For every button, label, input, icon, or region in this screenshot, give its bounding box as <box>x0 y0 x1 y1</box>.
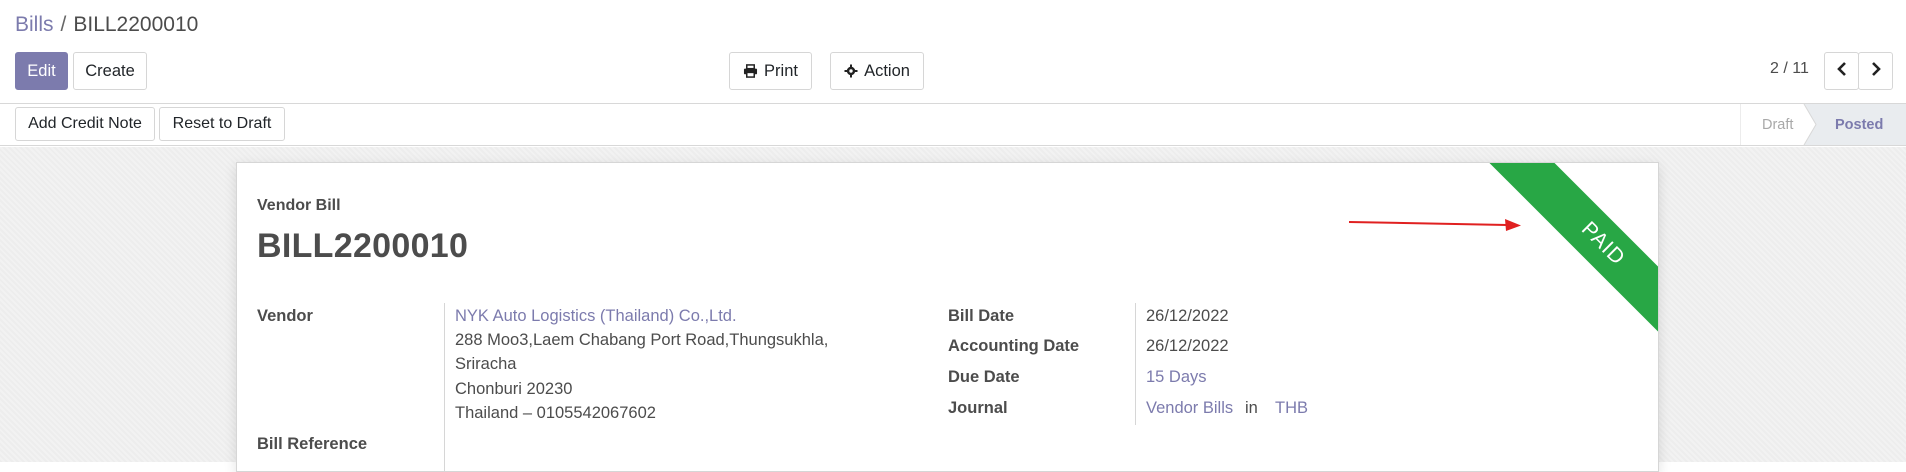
bill-reference-label: Bill Reference <box>257 435 368 453</box>
printer-icon <box>743 64 758 78</box>
accounting-date-label: Accounting Date <box>948 337 1080 355</box>
action-button-label: Action <box>864 61 910 80</box>
breadcrumb-separator: / <box>60 13 67 36</box>
paid-ribbon-label: PAID <box>1473 163 1658 373</box>
journal-link[interactable]: Vendor Bills <box>1146 399 1233 418</box>
reset-to-draft-button[interactable]: Reset to Draft <box>159 107 285 141</box>
create-button[interactable]: Create <box>73 52 147 90</box>
bill-date-value[interactable]: 26/12/2022 <box>1146 307 1229 326</box>
control-panel: Bills / BILL2200010 Edit Create Print Ac… <box>0 0 1906 104</box>
vendor-name-link[interactable]: NYK Auto Logistics (Thailand) Co.,Ltd. <box>455 307 737 326</box>
breadcrumb-bills-link[interactable]: Bills <box>15 13 54 36</box>
edit-button[interactable]: Edit <box>15 52 68 90</box>
bill-date-label: Bill Date <box>948 307 1015 325</box>
pager-value[interactable]: 2 / 11 <box>1770 60 1809 78</box>
vendor-address-line: Thailand – 0105542067602 <box>455 404 656 422</box>
document-type-label: Vendor Bill <box>257 197 341 214</box>
accounting-date-value[interactable]: 26/12/2022 <box>1146 337 1229 356</box>
document-name: BILL2200010 <box>257 227 469 265</box>
statusbar-stage-draft[interactable]: Draft <box>1762 104 1793 145</box>
breadcrumb: Bills / BILL2200010 <box>15 12 198 38</box>
annotation-arrow-icon <box>1348 219 1521 231</box>
gear-icon <box>844 64 858 78</box>
due-date-link[interactable]: 15 Days <box>1146 368 1207 387</box>
status-bar: Add Credit Note Reset to Draft Draft Pos… <box>0 104 1906 146</box>
chevron-left-icon <box>1836 61 1847 81</box>
add-credit-note-button[interactable]: Add Credit Note <box>15 107 155 141</box>
journal-label: Journal <box>948 399 1008 417</box>
vendor-address-line: Sriracha <box>455 355 517 373</box>
currency-link[interactable]: THB <box>1275 399 1308 418</box>
dates-field-divider <box>1135 303 1136 425</box>
vendor-address-line: Chonburi 20230 <box>455 380 573 398</box>
breadcrumb-current: BILL2200010 <box>73 13 199 36</box>
print-button-label: Print <box>764 61 798 80</box>
action-button[interactable]: Action <box>830 52 924 90</box>
pager-next-button[interactable] <box>1858 52 1893 90</box>
print-button[interactable]: Print <box>729 52 812 90</box>
journal-in-text: in <box>1245 399 1258 417</box>
paid-ribbon: PAID <box>1448 163 1658 373</box>
vendor-address-line: 288 Moo3,Laem Chabang Port Road,Thungsuk… <box>455 331 829 349</box>
pager-previous-button[interactable] <box>1824 52 1859 90</box>
form-sheet: PAID Vendor Bill BILL2200010 Vendor NYK … <box>236 162 1659 472</box>
due-date-label: Due Date <box>948 368 1020 386</box>
statusbar-stage-posted[interactable]: Posted <box>1835 104 1883 145</box>
vendor-field-divider <box>444 303 445 471</box>
vendor-label: Vendor <box>257 307 313 325</box>
chevron-right-icon <box>1871 61 1881 81</box>
